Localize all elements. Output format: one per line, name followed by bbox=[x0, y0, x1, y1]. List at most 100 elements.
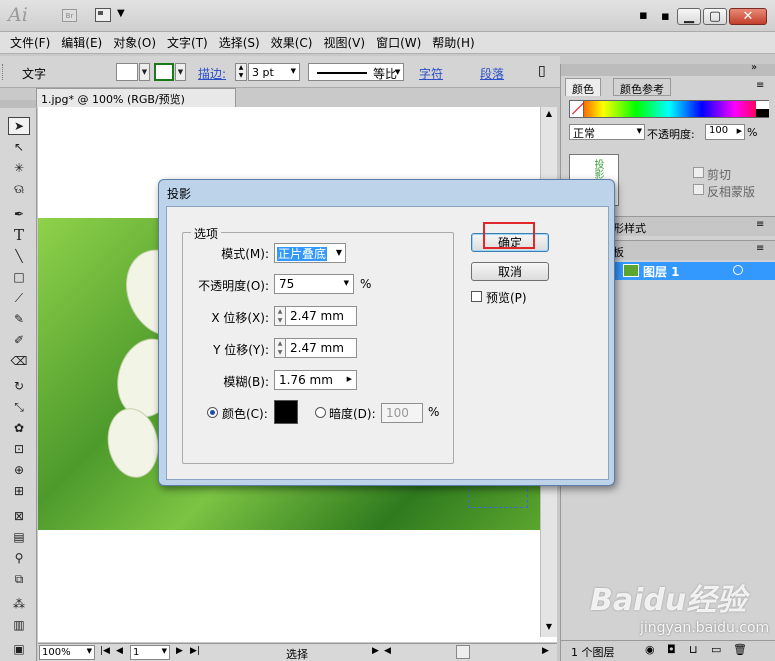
warp-tool-icon[interactable]: ✿ bbox=[8, 419, 30, 437]
artboard-tool-icon[interactable]: ▣ bbox=[8, 640, 30, 658]
chevron-down-icon[interactable]: ▼ bbox=[117, 8, 125, 19]
lasso-tool-icon[interactable]: ଊ bbox=[8, 180, 30, 198]
shape-builder-tool-icon[interactable]: ⊕ bbox=[8, 461, 30, 479]
panel-menu-icon[interactable]: ≡ bbox=[756, 219, 764, 230]
minimize-button[interactable]: ▁ bbox=[677, 8, 701, 25]
mesh-tool-icon[interactable]: ⊠ bbox=[8, 507, 30, 525]
last-artboard-icon[interactable]: ▶| bbox=[190, 646, 200, 656]
scroll-left-icon[interactable]: ◀ bbox=[384, 646, 391, 656]
artboard-number-select[interactable]: 1 ▼ bbox=[130, 645, 170, 660]
first-artboard-icon[interactable]: |◀ bbox=[100, 646, 110, 656]
tab-color[interactable]: 颜色 bbox=[565, 78, 601, 96]
shadow-color-swatch[interactable] bbox=[274, 400, 298, 424]
maximize-button[interactable]: ▢ bbox=[703, 8, 727, 25]
panel-minimize-icon[interactable]: ▪ bbox=[639, 8, 648, 23]
scroll-right-icon[interactable]: ▶ bbox=[542, 646, 549, 656]
next-artboard-icon[interactable]: ▶ bbox=[176, 646, 183, 656]
panel-menu-icon[interactable]: ≡ bbox=[756, 80, 764, 91]
close-button[interactable]: ✕ bbox=[729, 8, 767, 25]
document-tab[interactable]: 1.jpg* @ 100% (RGB/预览) bbox=[36, 88, 236, 107]
column-graph-tool-icon[interactable]: ▥ bbox=[8, 616, 30, 634]
darkness-field[interactable]: 100 bbox=[381, 403, 423, 423]
new-sublayer-icon[interactable]: ⊔ bbox=[689, 643, 698, 656]
blob-brush-tool-icon[interactable]: ✐ bbox=[8, 331, 30, 349]
layer-target-icon[interactable] bbox=[733, 265, 743, 275]
blur-field[interactable]: 1.76 mm ▶ bbox=[274, 370, 357, 390]
symbol-sprayer-tool-icon[interactable]: ⁂ bbox=[8, 595, 30, 613]
scroll-up-icon[interactable]: ▲ bbox=[542, 109, 556, 123]
stroke-spinner[interactable]: ▲ ▼ bbox=[235, 63, 247, 81]
layer-row[interactable]: 图层 1 bbox=[613, 262, 775, 280]
fill-swatch[interactable] bbox=[116, 63, 138, 81]
menu-select[interactable]: 选择(S) bbox=[219, 34, 260, 51]
color-spectrum-bar[interactable] bbox=[569, 100, 769, 118]
zoom-select[interactable]: 100% ▼ bbox=[39, 645, 95, 660]
menu-window[interactable]: 窗口(W) bbox=[376, 34, 421, 51]
none-swatch[interactable] bbox=[570, 101, 585, 117]
status-text[interactable]: 选择 bbox=[286, 646, 308, 661]
collapse-panels-icon[interactable]: » bbox=[751, 62, 757, 73]
eraser-tool-icon[interactable]: ⌫ bbox=[8, 352, 30, 370]
stroke-profile-select[interactable]: 等比 ▼ bbox=[308, 63, 404, 81]
eyedropper-tool-icon[interactable]: ⚲ bbox=[8, 549, 30, 567]
grip-handle[interactable] bbox=[2, 64, 5, 80]
status-menu-icon[interactable]: ▶ bbox=[372, 646, 379, 656]
make-clipping-mask-icon[interactable]: ◘ bbox=[667, 643, 676, 656]
menu-effect[interactable]: 效果(C) bbox=[271, 34, 313, 51]
pencil-tool-icon[interactable]: ✎ bbox=[8, 310, 30, 328]
opacity-field[interactable]: 75 ▼ bbox=[274, 274, 354, 294]
stroke-swatch[interactable] bbox=[154, 63, 174, 81]
mode-select[interactable]: 正片叠底 ▼ bbox=[274, 243, 346, 263]
chevron-down-icon[interactable]: ▼ bbox=[139, 63, 150, 81]
panel-menu-icon[interactable]: ≡ bbox=[756, 243, 764, 254]
white-swatch[interactable] bbox=[756, 101, 769, 109]
invert-mask-checkbox[interactable] bbox=[693, 184, 704, 195]
preview-checkbox[interactable] bbox=[471, 291, 482, 302]
transparency-opacity-field[interactable]: 100 ▶ bbox=[705, 124, 745, 140]
x-offset-spinner[interactable]: ▲ ▼ bbox=[274, 306, 285, 326]
layer-name[interactable]: 图层 1 bbox=[643, 263, 680, 280]
tools-panel-header[interactable] bbox=[0, 100, 37, 108]
stroke-link[interactable]: 描边: bbox=[198, 65, 226, 82]
color-radio[interactable] bbox=[207, 407, 218, 418]
opacity-mask-icon[interactable]: ▯ bbox=[538, 63, 546, 79]
new-layer-icon[interactable]: ▭ bbox=[711, 643, 721, 656]
magic-wand-tool-icon[interactable]: ✳ bbox=[8, 159, 30, 177]
tab-color-guide[interactable]: 颜色参考 bbox=[613, 78, 671, 96]
arrange-documents-icon[interactable] bbox=[95, 8, 111, 22]
delete-layer-icon[interactable]: 🗑 bbox=[733, 643, 747, 656]
cancel-button[interactable]: 取消 bbox=[471, 262, 549, 281]
menu-help[interactable]: 帮助(H) bbox=[432, 34, 474, 51]
menu-edit[interactable]: 编辑(E) bbox=[61, 34, 102, 51]
perspective-grid-tool-icon[interactable]: ⊞ bbox=[8, 482, 30, 500]
blend-mode-select[interactable]: 正常 ▼ bbox=[569, 124, 645, 140]
panel-menu-icon[interactable]: ▪ bbox=[661, 9, 670, 24]
type-tool-icon[interactable]: T bbox=[8, 226, 30, 244]
scale-tool-icon[interactable]: ⤡ bbox=[8, 398, 30, 416]
y-offset-spinner[interactable]: ▲ ▼ bbox=[274, 338, 285, 358]
blend-tool-icon[interactable]: ⧉ bbox=[8, 570, 30, 588]
line-tool-icon[interactable]: ╲ bbox=[8, 247, 30, 265]
y-offset-field[interactable]: 2.47 mm bbox=[285, 338, 357, 358]
previous-artboard-icon[interactable]: ◀ bbox=[116, 646, 123, 656]
darkness-radio[interactable] bbox=[315, 407, 326, 418]
stroke-weight-select[interactable]: 3 pt ▼ bbox=[248, 63, 300, 81]
rectangle-tool-icon[interactable]: □ bbox=[8, 268, 30, 286]
x-offset-field[interactable]: 2.47 mm bbox=[285, 306, 357, 326]
free-transform-tool-icon[interactable]: ⊡ bbox=[8, 440, 30, 458]
scroll-down-icon[interactable]: ▼ bbox=[542, 622, 556, 636]
character-link[interactable]: 字符 bbox=[419, 65, 443, 82]
bridge-button[interactable]: Br bbox=[62, 9, 77, 22]
horizontal-scroll-thumb[interactable] bbox=[456, 645, 470, 659]
paragraph-link[interactable]: 段落 bbox=[480, 65, 504, 82]
panel-dock-header[interactable]: » bbox=[561, 62, 775, 76]
black-swatch[interactable] bbox=[756, 109, 769, 117]
menu-object[interactable]: 对象(O) bbox=[113, 34, 156, 51]
rotate-tool-icon[interactable]: ↻ bbox=[8, 377, 30, 395]
menu-view[interactable]: 视图(V) bbox=[323, 34, 365, 51]
clip-checkbox[interactable] bbox=[693, 167, 704, 178]
gradient-tool-icon[interactable]: ▤ bbox=[8, 528, 30, 546]
tab-graphic-styles[interactable]: 形样式 bbox=[613, 220, 646, 236]
selection-tool-icon[interactable]: ➤ bbox=[8, 117, 30, 135]
direct-selection-tool-icon[interactable]: ↖ bbox=[8, 138, 30, 156]
